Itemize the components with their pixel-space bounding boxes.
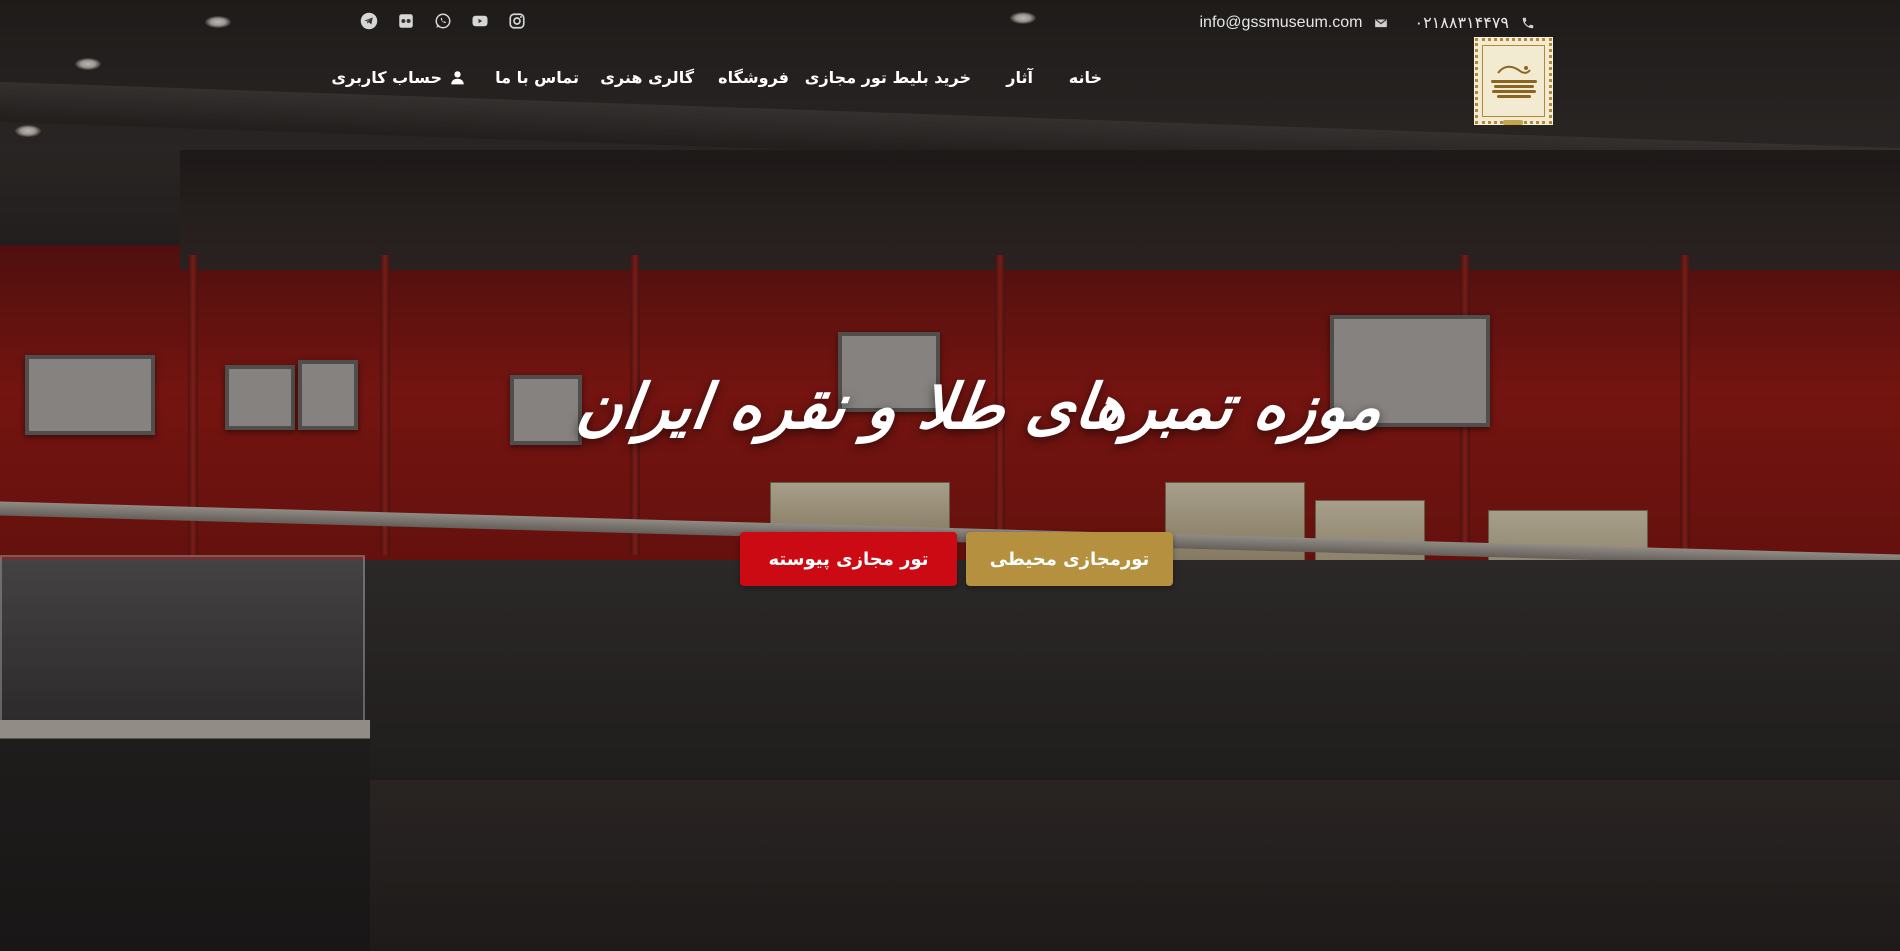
flickr-icon[interactable]	[396, 11, 416, 31]
phone-icon	[1522, 17, 1534, 29]
dark-overlay	[0, 0, 1900, 951]
whatsapp-icon[interactable]	[433, 11, 453, 31]
phone-contact[interactable]: ۰۲۱۸۸۳۱۴۴۷۹	[1414, 13, 1535, 33]
ambient-tour-button[interactable]: تورمجازی محیطی	[966, 532, 1173, 586]
phone-number[interactable]: ۰۲۱۸۸۳۱۴۴۷۹	[1414, 13, 1509, 33]
nav-account-label: حساب کاربری	[331, 68, 442, 87]
top-bar: info@gssmuseum.com ۰۲۱۸۸۳۱۴۴۷۹	[0, 0, 1900, 44]
mail-icon	[1375, 18, 1388, 28]
contact-info: info@gssmuseum.com ۰۲۱۸۸۳۱۴۴۷۹	[1200, 13, 1536, 33]
nav-tickets[interactable]: خرید بلیط تور مجازی	[805, 68, 971, 87]
social-links	[359, 11, 527, 31]
email-contact[interactable]: info@gssmuseum.com	[1200, 14, 1389, 32]
nav-shop[interactable]: فروشگاه	[718, 68, 789, 87]
telegram-icon[interactable]	[359, 11, 379, 31]
hero-title: موزه تمبرهای طلا و نقره ایران	[572, 370, 1388, 443]
email-address[interactable]: info@gssmuseum.com	[1200, 14, 1363, 32]
continuous-tour-button[interactable]: تور مجازی پیوسته	[740, 532, 957, 586]
nav-account[interactable]: حساب کاربری	[331, 68, 465, 87]
youtube-icon[interactable]	[470, 11, 490, 31]
nav-gallery[interactable]: گالری هنری	[600, 68, 694, 87]
user-icon	[451, 71, 464, 85]
nav-home[interactable]: خانه	[1069, 68, 1102, 87]
hero-background	[0, 0, 1900, 951]
logo-ribbon	[1503, 120, 1523, 125]
logo-text-line	[1496, 95, 1531, 98]
instagram-icon[interactable]	[507, 11, 527, 31]
nav-works[interactable]: آثار	[1006, 68, 1033, 87]
main-nav: خانه آثار خرید بلیط تور مجازی فروشگاه گا…	[331, 68, 1900, 92]
nav-contact[interactable]: تماس با ما	[495, 68, 579, 87]
